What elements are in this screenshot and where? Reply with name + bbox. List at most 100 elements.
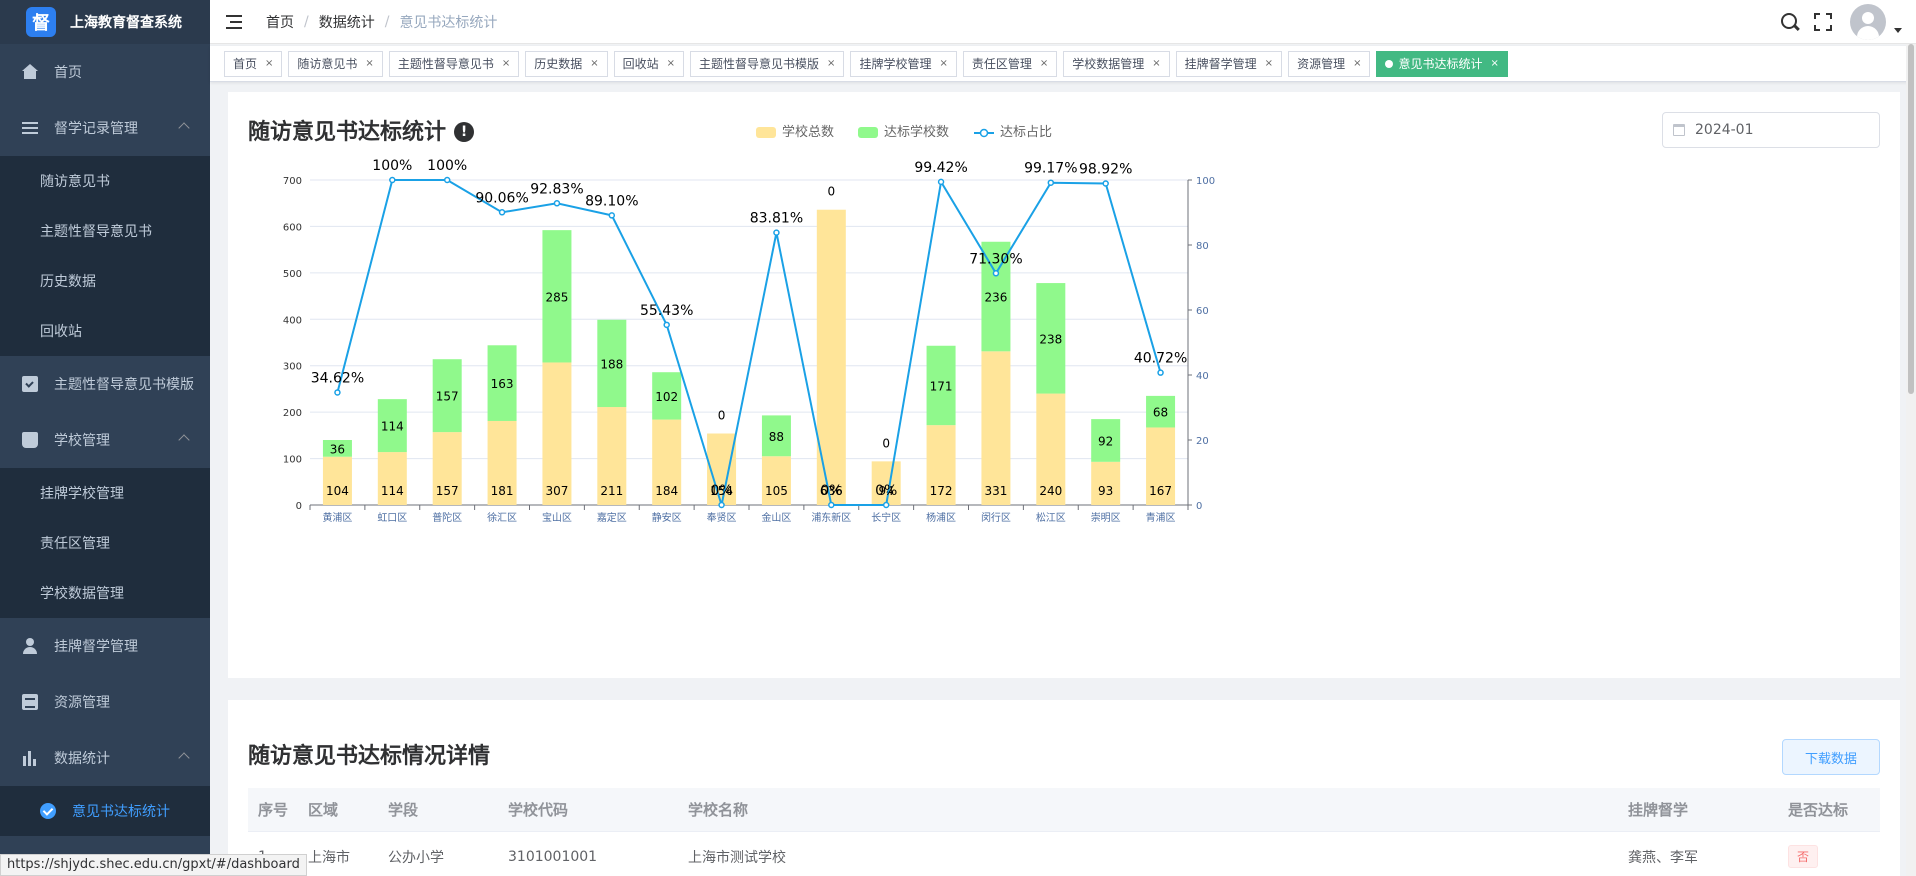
y-right-tick-label: 20 [1196, 436, 1209, 447]
tag-0[interactable]: 首页 × [224, 50, 283, 77]
tag-1[interactable]: 随访意见书 × [288, 50, 383, 77]
sidebar-subitem-history[interactable]: 历史数据 [0, 256, 210, 306]
close-icon[interactable]: × [1353, 52, 1361, 76]
tag-label: 责任区管理 [971, 56, 1032, 71]
app-logo: 督 [26, 7, 56, 37]
page-scrollbar[interactable] [1906, 44, 1916, 876]
line-label: 83.81% [750, 211, 803, 227]
bar-label-total: 181 [491, 484, 514, 498]
close-icon[interactable]: × [265, 52, 273, 76]
tag-3[interactable]: 历史数据 × [525, 50, 608, 77]
close-icon[interactable]: × [365, 52, 373, 76]
tag-9[interactable]: 挂牌督学管理 × [1175, 50, 1283, 77]
search-icon[interactable] [1780, 12, 1800, 32]
tag-7[interactable]: 责任区管理 × [962, 50, 1058, 77]
tag-label: 首页 [233, 56, 258, 71]
tag-label: 主题性督导意见书 [397, 56, 494, 71]
line-point [1102, 180, 1109, 187]
bar-label-compliant: 163 [491, 377, 514, 391]
tag-label: 挂牌督学管理 [1184, 56, 1257, 71]
close-icon[interactable]: × [827, 52, 835, 76]
detail-card-title: 随访意见书达标情况详情 [248, 744, 491, 769]
tag-8[interactable]: 学校数据管理 × [1063, 50, 1170, 77]
download-data-button[interactable]: 下载数据 [1782, 739, 1880, 775]
close-icon[interactable]: × [502, 52, 510, 76]
chevron-up-icon [178, 434, 190, 446]
sidebar-subitem-compliance-stats[interactable]: 意见书达标统计 [0, 786, 210, 836]
line-point [663, 321, 670, 329]
sidebar-subitem-zones[interactable]: 责任区管理 [0, 518, 210, 568]
bar-label-compliant: 238 [1039, 332, 1062, 346]
cell-school-code: 3101001001 [508, 848, 598, 865]
sidebar-item-statistics[interactable]: 数据统计 [0, 730, 210, 786]
breadcrumb-statistics[interactable]: 数据统计 [319, 12, 375, 32]
sidebar-item-resources[interactable]: 资源管理 [0, 674, 210, 730]
sidebar-item-label: 首页 [54, 65, 82, 81]
sidebar-item-template[interactable]: 主题性督导意见书模版 [0, 356, 210, 412]
app-title: 上海教育督查系统 [70, 15, 182, 31]
scrollbar-thumb[interactable] [1908, 44, 1914, 394]
line-label: 99.17% [1024, 161, 1077, 177]
tag-4[interactable]: 回收站 × [613, 50, 685, 77]
line-label: 100% [372, 158, 412, 174]
avatar[interactable] [1850, 4, 1886, 40]
sidebar-item-schools[interactable]: 学校管理 [0, 412, 210, 468]
close-icon[interactable]: × [1490, 52, 1498, 76]
user-icon [22, 638, 38, 654]
bar-label-total: 167 [1149, 484, 1172, 498]
close-icon[interactable]: × [1152, 52, 1160, 76]
legend-label: 达标占比 [1000, 125, 1052, 140]
bar-chart-icon [22, 750, 38, 766]
bar-label-total: 211 [600, 484, 623, 498]
sidebar-subitem-recycle[interactable]: 回收站 [0, 306, 210, 356]
sidebar-item-label: 学校管理 [54, 433, 110, 449]
tag-10[interactable]: 资源管理 × [1288, 50, 1371, 77]
bar-label-compliant: 0 [882, 436, 890, 450]
x-tick-label: 普陀区 [432, 511, 462, 524]
breadcrumb-home[interactable]: 首页 [266, 12, 294, 32]
check-circle-icon [40, 803, 56, 819]
col-header: 学段 [388, 801, 419, 819]
close-icon[interactable]: × [667, 52, 675, 76]
close-icon[interactable]: × [590, 52, 598, 76]
x-tick-label: 松江区 [1036, 511, 1066, 524]
legend-label: 达标学校数 [884, 124, 949, 140]
close-icon[interactable]: × [939, 52, 947, 76]
caret-down-icon[interactable] [1894, 27, 1902, 33]
breadcrumb-current: 意见书达标统计 [399, 14, 498, 31]
sidebar: 督 上海教育督查系统 首页 督学记录管理 随访意见书 主题性督导意见书 历史数据… [0, 0, 210, 876]
sidebar-item-inspectors[interactable]: 挂牌督学管理 [0, 618, 210, 674]
sidebar-subitem-followup[interactable]: 随访意见书 [0, 156, 210, 206]
y-left-tick-label: 200 [283, 408, 302, 419]
sidebar-item-home[interactable]: 首页 [0, 44, 210, 100]
x-tick-label: 长宁区 [871, 511, 901, 524]
bar-total [816, 209, 846, 505]
sidebar-subitem-listed-schools[interactable]: 挂牌学校管理 [0, 468, 210, 518]
line-point [773, 229, 780, 236]
tag-6[interactable]: 挂牌学校管理 × [850, 50, 957, 77]
table-row[interactable]: 1 上海市 公办小学 3101001001 上海市测试学校 龚燕、李军 否 [248, 832, 1880, 876]
tag-11[interactable]: 意见书达标统计 × [1376, 50, 1508, 77]
tag-5[interactable]: 主题性督导意见书模版 × [690, 50, 845, 77]
detail-card: 随访意见书达标情况详情 下载数据 序号 区域 学段 学校代码 学校名称 挂牌督学… [228, 700, 1900, 876]
bar-label-compliant: 157 [436, 390, 459, 404]
fullscreen-icon[interactable] [1812, 11, 1834, 33]
bar-label-compliant: 36 [330, 442, 345, 456]
legend-label: 学校总数 [782, 124, 834, 140]
legend-swatch-total [756, 127, 776, 138]
bar-label-total: 105 [765, 484, 788, 498]
sidebar-item-records[interactable]: 督学记录管理 [0, 100, 210, 156]
sidebar-subitem-thematic[interactable]: 主题性督导意见书 [0, 206, 210, 256]
sidebar-subitem-school-data[interactable]: 学校数据管理 [0, 568, 210, 618]
bar-label-total: 184 [655, 484, 678, 498]
compliance-chart: 0 100 200 300 400 500 600 700 0 20 40 60 80 100 黄浦区 104… [283, 124, 1215, 524]
line-point [882, 501, 890, 509]
close-icon[interactable]: × [1040, 52, 1048, 76]
line-label: 0% [710, 483, 732, 499]
tag-2[interactable]: 主题性督导意见书 × [388, 50, 520, 77]
y-right-tick-label: 0 [1196, 501, 1202, 512]
tags-view: 首页 × 随访意见书 × 主题性督导意见书 × 历史数据 × 回收站 × 主题性督导意见书模版 × 挂牌… [210, 46, 1916, 82]
y-right-tick-label: 100 [1196, 176, 1215, 187]
close-icon[interactable]: × [1265, 52, 1273, 76]
hamburger-icon[interactable] [226, 14, 242, 29]
